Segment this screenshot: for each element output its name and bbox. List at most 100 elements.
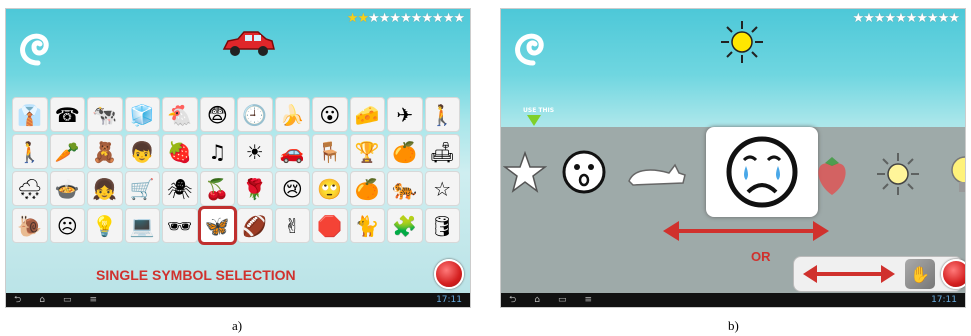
- symbol-cell-thinking-face[interactable]: 🙄: [312, 171, 348, 206]
- red-record-button[interactable]: [941, 259, 965, 289]
- chair-icon: 🪑: [317, 139, 343, 164]
- caption-b: b): [728, 318, 739, 333]
- symbol-cell-sofa[interactable]: 🛋: [424, 134, 460, 169]
- symbol-cell-airplane[interactable]: ✈: [387, 97, 423, 132]
- symbol-cell-girl[interactable]: 👧: [87, 171, 123, 206]
- recent-apps-icon[interactable]: ▭: [558, 295, 567, 305]
- symbol-grid: 👔 ☎ 🐄 🧊 🐔 😨 🕘 🍌 😮 🧀 ✈ 🚶 🚶 🥕 🧸 👦 🍓 ♫ ☀ 🚗 🪑 🏆 🍊 🛋 🌨 🍲 👧 🛒 🕷 🍒 🌹 😢 🙄 🍊 🐅 ☆ 🐌 ☹ 💡 💻…: [12, 97, 464, 245]
- crying-face-icon: [726, 136, 798, 208]
- symbol-cell-cherries[interactable]: 🍒: [199, 171, 235, 206]
- surprised-face-icon: 😮: [319, 102, 341, 127]
- red-record-button[interactable]: [434, 259, 464, 289]
- symbol-cell-shocked-face[interactable]: 😨: [199, 97, 235, 132]
- symbol-cell-barrel[interactable]: 🛢: [424, 208, 460, 243]
- cow-icon: 🐄: [92, 102, 118, 127]
- symbol-cell-chair[interactable]: 🪑: [312, 134, 348, 169]
- recent-apps-icon[interactable]: ▭: [63, 295, 72, 305]
- peace-hand-icon: ✌: [283, 213, 301, 238]
- sun-icon: [721, 21, 763, 63]
- symbol-cell-stairs-down[interactable]: 🚶: [12, 134, 48, 169]
- carousel-item-star[interactable]: [503, 151, 547, 195]
- symbol-cell-ice-cube[interactable]: 🧊: [124, 97, 160, 132]
- home-icon[interactable]: ⌂: [39, 295, 45, 305]
- symbol-cell-sun[interactable]: ☀: [237, 134, 273, 169]
- sad-face-icon: ☹: [56, 213, 78, 238]
- symbol-cell-sunglasses[interactable]: 🕶: [162, 208, 198, 243]
- home-icon[interactable]: ⌂: [534, 295, 540, 305]
- symbol-cell-telephone[interactable]: ☎: [49, 97, 85, 132]
- barrel-icon: 🛢: [429, 213, 455, 238]
- car-icon: [222, 31, 275, 56]
- orange-icon: 🍊: [392, 139, 418, 164]
- symbol-cell-orange-slice[interactable]: 🍊: [349, 171, 385, 206]
- carousel-item-cat[interactable]: [625, 159, 691, 189]
- symbol-cell-snow-cloud[interactable]: 🌨: [12, 171, 48, 206]
- telephone-icon: ☎: [54, 102, 80, 127]
- symbol-cell-spiderman[interactable]: 🕷: [162, 171, 198, 206]
- symbol-cell-cow[interactable]: 🐄: [87, 97, 123, 132]
- progress-stars: ★★★★★★★★★★★: [347, 11, 465, 26]
- symbol-cell-cat[interactable]: 🐈: [349, 208, 385, 243]
- thinking-face-icon: 🙄: [317, 176, 343, 201]
- car-icon: 🚗: [279, 139, 305, 164]
- carousel-item-crying-face-selected[interactable]: [706, 127, 818, 217]
- symbol-cell-clock[interactable]: 🕘: [237, 97, 273, 132]
- shocked-face-icon: 😨: [206, 102, 228, 127]
- symbol-cell-star[interactable]: ☆: [424, 171, 460, 206]
- symbol-cell-car[interactable]: 🚗: [274, 134, 310, 169]
- menu-icon[interactable]: ≡: [89, 295, 97, 305]
- orange-slice-icon: 🍊: [354, 176, 380, 201]
- symbol-cell-banana[interactable]: 🍌: [274, 97, 310, 132]
- symbol-cell-trophy[interactable]: 🏆: [349, 134, 385, 169]
- strawberry-icon: 🍓: [167, 139, 193, 164]
- hen-icon: 🐔: [167, 102, 193, 127]
- teddy-bear-icon: 🧸: [92, 139, 118, 164]
- symbol-cell-tie[interactable]: 👔: [12, 97, 48, 132]
- scroll-arrows-icon[interactable]: [801, 263, 897, 285]
- cat-icon: 🐈: [354, 213, 380, 238]
- symbol-cell-football[interactable]: 🏈: [237, 208, 273, 243]
- stars-empty: ★★★★★★★★★★: [852, 11, 960, 26]
- carousel-item-strawberry[interactable]: [813, 155, 851, 197]
- symbol-cell-pot[interactable]: 🍲: [49, 171, 85, 206]
- symbol-cell-cheese[interactable]: 🧀: [349, 97, 385, 132]
- back-icon[interactable]: ⮌: [14, 292, 21, 307]
- symbol-cell-puzzle[interactable]: 🧩: [387, 208, 423, 243]
- symbol-cell-shopping-cart[interactable]: 🛒: [124, 171, 160, 206]
- symbol-cell-tiger[interactable]: 🐅: [387, 171, 423, 206]
- panel-a-screen: ★★★★★★★★★★★ 👔 ☎ 🐄 🧊 🐔 😨 🕘 🍌 😮 🧀 ✈ 🚶 🚶 🥕 🧸 👦 🍓 ♫ ☀ 🚗 🪑 🏆 🍊 🛋 🌨 🍲 👧 🛒…: [5, 8, 471, 308]
- star-icon: ☆: [433, 176, 452, 201]
- symbol-cell-carrot[interactable]: 🥕: [49, 134, 85, 169]
- carousel-item-surprised-face[interactable]: [561, 149, 607, 195]
- symbol-cell-butterfly[interactable]: 🦋: [197, 206, 237, 245]
- symbol-cell-orange[interactable]: 🍊: [387, 134, 423, 169]
- symbol-cell-crying-face[interactable]: 😢: [274, 171, 310, 206]
- symbol-cell-peace-hand[interactable]: ✌: [274, 208, 310, 243]
- swipe-hand-icon[interactable]: ✋: [905, 259, 935, 289]
- status-clock: 17:11: [436, 295, 462, 305]
- sun-icon: ☀: [245, 139, 264, 164]
- symbol-cell-snail[interactable]: 🐌: [12, 208, 48, 243]
- symbol-cell-music-note[interactable]: ♫: [199, 134, 235, 169]
- symbol-cell-sad-face[interactable]: ☹: [49, 208, 85, 243]
- symbol-cell-surprised-face[interactable]: 😮: [312, 97, 348, 132]
- back-icon[interactable]: ⮌: [509, 292, 516, 307]
- banana-icon: 🍌: [279, 102, 305, 127]
- carrot-icon: 🥕: [54, 139, 80, 164]
- symbol-cell-stop-sign[interactable]: 🛑: [312, 208, 348, 243]
- swipe-left-right-arrow-icon: [663, 221, 829, 241]
- menu-icon[interactable]: ≡: [584, 295, 592, 305]
- symbol-cell-lightbulb[interactable]: 💡: [87, 208, 123, 243]
- symbol-cell-strawberry[interactable]: 🍓: [162, 134, 198, 169]
- football-icon: 🏈: [242, 213, 268, 238]
- symbol-cell-boy[interactable]: 👦: [124, 134, 160, 169]
- airplane-icon: ✈: [396, 102, 414, 127]
- stairs-up-icon: 🚶: [429, 102, 455, 127]
- carousel-item-lightbulb[interactable]: [949, 154, 966, 196]
- symbol-cell-rose[interactable]: 🌹: [237, 171, 273, 206]
- carousel-item-sun[interactable]: [875, 151, 921, 197]
- symbol-cell-hen[interactable]: 🐔: [162, 97, 198, 132]
- symbol-cell-laptop[interactable]: 💻: [124, 208, 160, 243]
- symbol-cell-stairs-up[interactable]: 🚶: [424, 97, 460, 132]
- symbol-cell-teddy-bear[interactable]: 🧸: [87, 134, 123, 169]
